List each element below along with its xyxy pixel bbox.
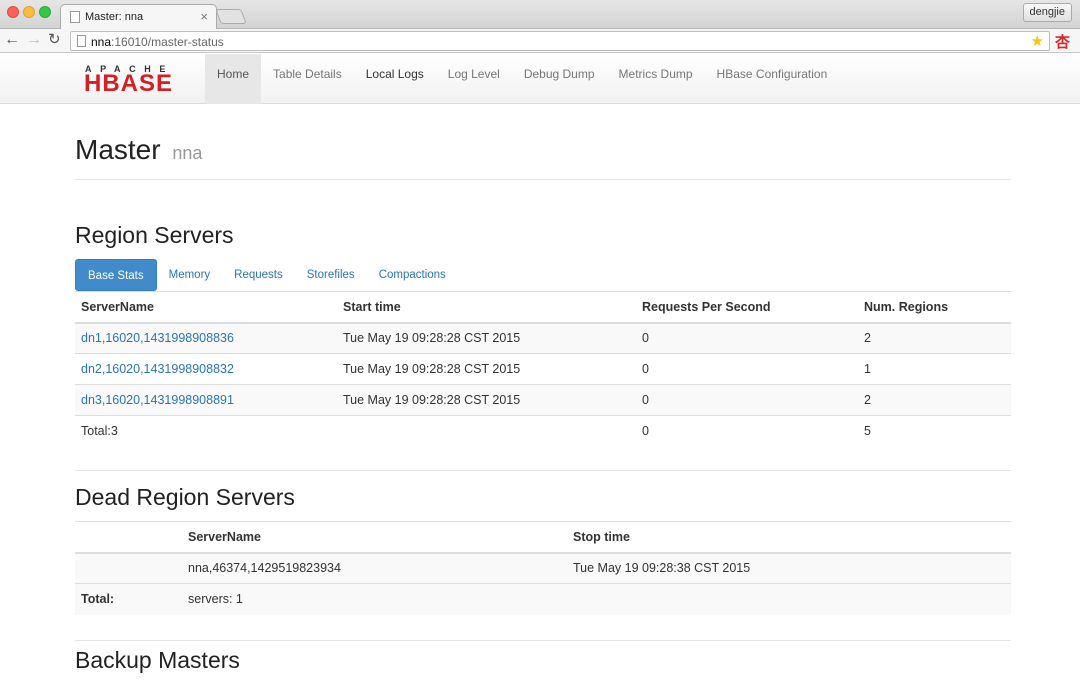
column-header xyxy=(75,521,182,554)
total-label: Total: xyxy=(75,583,182,615)
close-window-button[interactable] xyxy=(7,6,19,18)
address-bar[interactable]: nna:16010/master-status ★ xyxy=(70,31,1050,51)
page-icon xyxy=(70,11,80,23)
reload-icon[interactable]: ↻ xyxy=(48,31,61,49)
total-row: Total:3 0 5 xyxy=(75,415,1011,447)
total-label: Total:3 xyxy=(75,415,337,447)
section-divider xyxy=(75,470,1011,471)
column-header[interactable]: Start time xyxy=(337,291,636,324)
minimize-window-button[interactable] xyxy=(23,6,35,18)
table-row: dn3,16020,1431998908891 Tue May 19 09:28… xyxy=(75,384,1011,416)
table-cell: Tue May 19 09:28:28 CST 2015 xyxy=(337,384,636,416)
table-cell: 0 xyxy=(636,384,858,416)
table-cell: Tue May 19 09:28:28 CST 2015 xyxy=(337,322,636,354)
column-header[interactable]: ServerName xyxy=(75,291,337,324)
table-cell: 1 xyxy=(858,353,1011,385)
nav-home[interactable]: Home xyxy=(205,54,262,104)
page-header: Master nna xyxy=(75,134,1011,180)
section-divider xyxy=(75,640,1011,641)
tab-close-icon[interactable]: × xyxy=(200,9,208,24)
table-cell: 0 xyxy=(636,322,858,354)
url-path: :16010/master-status xyxy=(111,35,224,49)
hbase-navbar: APACHE HBASE Home Table Details Local Lo… xyxy=(0,54,1080,104)
region-servers-table: ServerName Start time Requests Per Secon… xyxy=(75,291,1011,447)
table-cell xyxy=(75,552,182,584)
tab-compactions[interactable]: Compactions xyxy=(367,259,458,291)
nav-hbase-configuration[interactable]: HBase Configuration xyxy=(705,54,840,104)
extension-icon[interactable]: 杏 xyxy=(1055,31,1070,52)
server-link[interactable]: dn2,16020,1431998908832 xyxy=(81,362,234,376)
table-cell: Tue May 19 09:28:38 CST 2015 xyxy=(567,552,1011,584)
table-header-row: ServerName Stop time xyxy=(75,521,1011,554)
table-cell: Tue May 19 09:28:28 CST 2015 xyxy=(337,353,636,385)
nav-local-logs[interactable]: Local Logs xyxy=(354,54,436,104)
backup-masters-heading: Backup Masters xyxy=(75,647,240,673)
table-cell: 2 xyxy=(858,384,1011,416)
total-requests: 0 xyxy=(636,415,858,447)
table-row: dn2,16020,1431998908832 Tue May 19 09:28… xyxy=(75,353,1011,385)
page-icon xyxy=(77,35,86,47)
url-text: nna:16010/master-status xyxy=(91,35,224,49)
column-header[interactable]: Stop time xyxy=(567,521,1011,554)
tab-base-stats[interactable]: Base Stats xyxy=(75,259,157,291)
nav-log-level[interactable]: Log Level xyxy=(436,54,512,104)
column-header[interactable]: ServerName xyxy=(182,521,567,554)
back-arrow-icon[interactable]: ← xyxy=(4,31,20,49)
bookmark-star-icon[interactable]: ★ xyxy=(1031,32,1044,50)
forward-arrow-icon[interactable]: → xyxy=(26,31,42,49)
page-title: Master nna xyxy=(75,134,1011,166)
column-header[interactable]: Num. Regions xyxy=(858,291,1011,324)
master-host: nna xyxy=(172,143,203,163)
hbase-logo[interactable]: APACHE HBASE xyxy=(84,64,196,97)
server-link[interactable]: dn1,16020,1431998908836 xyxy=(81,331,234,345)
table-cell: dn1,16020,1431998908836 xyxy=(75,322,337,354)
browser-tab-active[interactable]: Master: nna × xyxy=(60,4,217,30)
server-link[interactable]: dn3,16020,1431998908891 xyxy=(81,393,234,407)
profile-button[interactable]: dengjie xyxy=(1022,3,1072,22)
table-cell: nna,46374,1429519823934 xyxy=(182,552,567,584)
dead-region-servers-heading: Dead Region Servers xyxy=(75,484,295,510)
nav-metrics-dump[interactable]: Metrics Dump xyxy=(607,54,705,104)
total-value: servers: 1 xyxy=(182,583,567,615)
nav-debug-dump[interactable]: Debug Dump xyxy=(512,54,607,104)
column-header[interactable]: Requests Per Second xyxy=(636,291,858,324)
nav-menu: Home Table Details Local Logs Log Level … xyxy=(205,54,839,104)
new-tab-button[interactable] xyxy=(215,9,247,24)
tab-storefiles[interactable]: Storefiles xyxy=(295,259,367,291)
nav-table-details[interactable]: Table Details xyxy=(261,54,354,104)
total-regions: 5 xyxy=(858,415,1011,447)
tab-requests[interactable]: Requests xyxy=(222,259,295,291)
table-row: dn1,16020,1431998908836 Tue May 19 09:28… xyxy=(75,322,1011,354)
tab-title: Master: nna xyxy=(85,11,144,23)
dead-region-servers-table: ServerName Stop time nna,46374,142951982… xyxy=(75,521,1011,615)
table-cell xyxy=(567,583,1011,615)
url-host: nna xyxy=(91,35,112,49)
page-title-text: Master xyxy=(75,134,161,165)
table-cell: 0 xyxy=(636,353,858,385)
table-cell: dn2,16020,1431998908832 xyxy=(75,353,337,385)
table-cell: 2 xyxy=(858,322,1011,354)
table-cell xyxy=(337,415,636,447)
browser-toolbar: ← → ↻ nna:16010/master-status ★ 杏 xyxy=(0,29,1080,53)
zoom-window-button[interactable] xyxy=(39,6,51,18)
table-header-row: ServerName Start time Requests Per Secon… xyxy=(75,291,1011,324)
table-cell: dn3,16020,1431998908891 xyxy=(75,384,337,416)
tab-memory[interactable]: Memory xyxy=(157,259,223,291)
logo-hbase-text: HBASE xyxy=(84,70,174,97)
region-servers-heading: Region Servers xyxy=(75,222,234,248)
total-row: Total: servers: 1 xyxy=(75,583,1011,615)
table-row: nna,46374,1429519823934 Tue May 19 09:28… xyxy=(75,552,1011,584)
region-servers-tabs: Base Stats Memory Requests Storefiles Co… xyxy=(75,259,458,291)
browser-tabstrip: Master: nna × dengjie xyxy=(0,0,1080,30)
